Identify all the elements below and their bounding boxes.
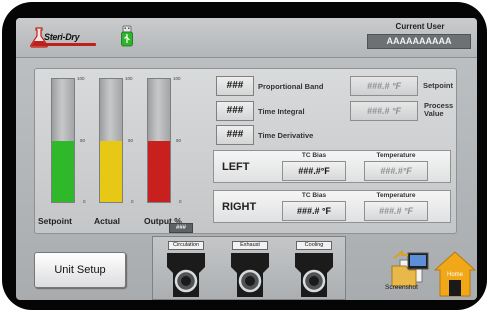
left-tc-temp-header: Temperature [376, 152, 416, 159]
left-tc-name: LEFT [222, 161, 250, 173]
actual-bar-fill [100, 140, 122, 202]
setpoint-bar [51, 78, 75, 203]
exhaust-pump[interactable]: Exhaust [229, 241, 271, 297]
unit-setup-button[interactable]: Unit Setup [34, 252, 126, 288]
output-scale-min: 0 [179, 199, 182, 204]
actual-bar [99, 78, 123, 203]
logo-underline [40, 43, 96, 46]
steri-dry-logo: Steri-Dry [28, 26, 98, 48]
device-bezel: Steri-Dry Current User AAAAAAAAAA 100 50… [2, 2, 487, 310]
right-tc-temp-header: Temperature [376, 192, 416, 199]
hmi-screen: Steri-Dry Current User AAAAAAAAAA 100 50… [16, 18, 477, 300]
setpoint-label: Setpoint [423, 81, 453, 90]
current-user-label: Current User [395, 22, 445, 31]
left-tc-panel: LEFT TC Bias Temperature ###.#°F ###.#°F [213, 150, 451, 183]
screenshot-label: Screenshot [385, 284, 418, 291]
home-button[interactable]: Home [433, 250, 477, 298]
proportional-band-value[interactable]: ### [216, 76, 254, 96]
output-scale-max: 100 [173, 76, 181, 81]
circulation-pump[interactable]: Circulation [165, 241, 207, 297]
time-integral-value[interactable]: ### [216, 101, 254, 121]
setpoint-value[interactable]: ###.# °F [350, 76, 418, 96]
process-value: ###.# °F [350, 101, 418, 121]
exhaust-label: Exhaust [232, 241, 268, 250]
time-derivative-value[interactable]: ### [216, 125, 254, 145]
right-tc-bias-value[interactable]: ###.# °F [282, 201, 346, 221]
actual-bar-label: Actual [94, 216, 120, 226]
circulation-pump-icon [167, 253, 205, 297]
equipment-status-strip: Circulation Exhaust Cooling [152, 236, 346, 300]
process-value-label: Process Value [424, 102, 453, 118]
exhaust-pump-icon [231, 253, 269, 297]
current-user-value[interactable]: AAAAAAAAAA [367, 34, 471, 49]
usb-icon[interactable] [120, 25, 134, 47]
home-label: Home [446, 272, 463, 278]
process-value-label-line2: Value [424, 109, 444, 118]
proportional-band-label: Proportional Band [258, 82, 324, 91]
output-bar-fill [148, 140, 170, 202]
cooling-pump-icon [295, 253, 333, 297]
setpoint-scale-min: 0 [83, 199, 86, 204]
screenshot-icon[interactable] [386, 246, 440, 300]
right-tc-name: RIGHT [222, 201, 257, 213]
actual-scale-min: 0 [131, 199, 134, 204]
left-tc-temperature: ###.#°F [364, 161, 428, 181]
left-tc-bias-value[interactable]: ###.#°F [282, 161, 346, 181]
setpoint-scale-max: 100 [77, 76, 85, 81]
cooling-label: Cooling [296, 241, 332, 250]
output-scale-mid: 50 [176, 138, 182, 143]
left-tc-bias-header: TC Bias [301, 152, 327, 159]
right-tc-panel: RIGHT TC Bias Temperature ###.# °F ###.#… [213, 190, 451, 223]
setpoint-scale-mid: 50 [80, 138, 86, 143]
actual-scale-mid: 50 [128, 138, 134, 143]
bar-graph-area: 100 50 0 100 50 0 100 50 0 Setpoint Actu… [38, 72, 198, 234]
output-bar [147, 78, 171, 203]
output-percent-value[interactable]: ### [169, 223, 193, 233]
setpoint-bar-fill [52, 140, 74, 202]
setpoint-bar-label: Setpoint [38, 216, 72, 226]
time-derivative-label: Time Derivative [258, 131, 314, 140]
right-tc-temperature: ###.# °F [364, 201, 428, 221]
actual-scale-max: 100 [125, 76, 133, 81]
header-bar: Steri-Dry Current User AAAAAAAAAA [16, 18, 477, 58]
cooling-pump[interactable]: Cooling [293, 241, 335, 297]
right-tc-bias-header: TC Bias [301, 192, 327, 199]
time-integral-label: Time Integral [258, 107, 305, 116]
logo-text: Steri-Dry [44, 32, 80, 42]
circulation-label: Circulation [168, 241, 204, 250]
